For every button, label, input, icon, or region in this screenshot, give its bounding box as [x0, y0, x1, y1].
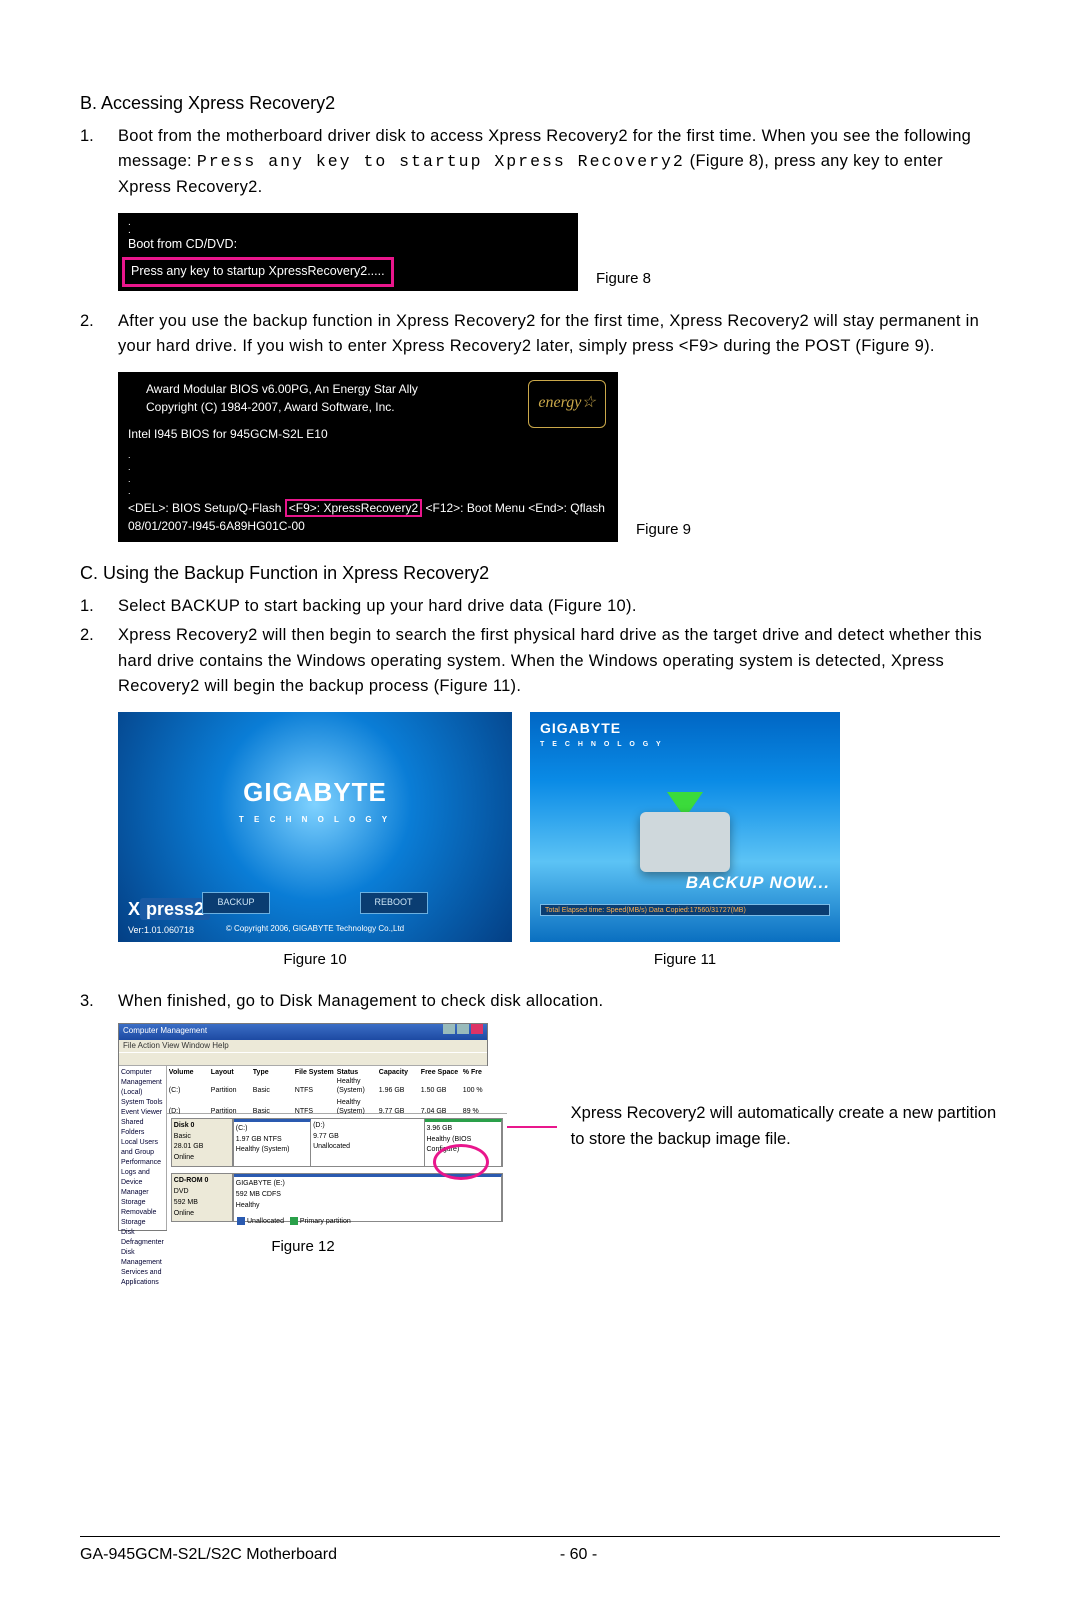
figure-10-screenshot: GIGABYTET E C H N O L O G Y Xpress2 Ver:… [118, 712, 512, 942]
list-text: When finished, go to Disk Management to … [118, 989, 1000, 1015]
figure-8-screenshot: .. Boot from CD/DVD: Press any key to st… [118, 213, 578, 291]
figure-12-screenshot: Computer Management File Action View Win… [118, 1023, 488, 1231]
menu-bar[interactable]: File Action View Window Help [119, 1040, 487, 1052]
highlight-box: Press any key to startup XpressRecovery2… [122, 257, 394, 286]
figure-8-caption: Figure 8 [596, 267, 651, 290]
figure-9-caption: Figure 9 [636, 518, 691, 541]
section-c-title: C. Using the Backup Function in Xpress R… [80, 560, 1000, 588]
callout-text: Xpress Recovery2 will automatically crea… [571, 1101, 1000, 1152]
list-num: 2. [80, 623, 118, 700]
highlight-circle [433, 1144, 489, 1180]
figure-11-caption: Figure 11 [530, 948, 840, 971]
list-text: Boot from the motherboard driver disk to… [118, 124, 1000, 201]
close-icon [471, 1024, 483, 1034]
figure-9-screenshot: Award Modular BIOS v6.00PG, An Energy St… [118, 372, 618, 542]
list-text: Xpress Recovery2 will then begin to sear… [118, 623, 1000, 700]
maximize-icon [457, 1024, 469, 1034]
section-b-list-2: 2. After you use the backup function in … [80, 309, 1000, 360]
highlight-box: <F9>: XpressRecovery2 [285, 499, 422, 517]
figure-11-screenshot: GIGABYTET E C H N O L O G Y BACKUP NOW..… [530, 712, 840, 942]
figure-10-caption: Figure 10 [118, 948, 512, 971]
section-c-list-3: 3. When finished, go to Disk Management … [80, 989, 1000, 1015]
list-text: After you use the backup function in Xpr… [118, 309, 1000, 360]
volume-grid[interactable]: VolumeLayoutTypeFile SystemStatusCapacit… [167, 1066, 507, 1114]
hdd-icon [640, 812, 730, 872]
reboot-button[interactable]: REBOOT [360, 892, 428, 914]
section-b-list: 1. Boot from the motherboard driver disk… [80, 124, 1000, 201]
section-c-list: 1. Select BACKUP to start backing up you… [80, 594, 1000, 700]
minimize-icon [443, 1024, 455, 1034]
list-num: 3. [80, 989, 118, 1015]
list-num: 1. [80, 594, 118, 620]
backup-button[interactable]: BACKUP [202, 892, 269, 914]
list-text: Select BACKUP to start backing up your h… [118, 594, 1000, 620]
page-footer: GA-945GCM-S2L/S2C Motherboard - 60 - [80, 1536, 1000, 1568]
section-b-title: B. Accessing Xpress Recovery2 [80, 90, 1000, 118]
list-num: 2. [80, 309, 118, 360]
figure-12-caption: Figure 12 [118, 1235, 488, 1258]
energy-star-icon: energy☆ [528, 380, 606, 428]
list-num: 1. [80, 124, 118, 201]
tree-panel[interactable]: Computer Management (Local) System Tools… [119, 1066, 167, 1230]
window-buttons[interactable] [441, 1024, 483, 1038]
toolbar[interactable] [119, 1052, 487, 1066]
